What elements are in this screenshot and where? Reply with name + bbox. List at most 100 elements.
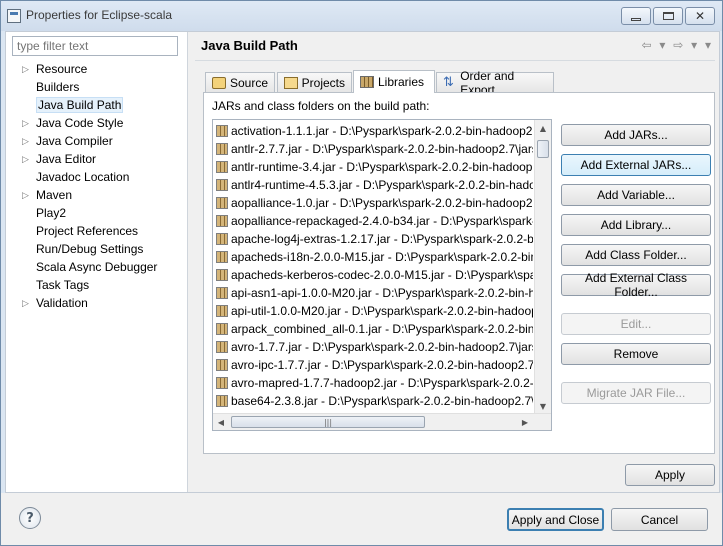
nav-item-builders[interactable]: Builders xyxy=(6,78,188,96)
back-dropdown-icon[interactable]: ▾ xyxy=(659,38,665,52)
minimize-button[interactable] xyxy=(621,7,651,25)
nav-item-label: Resource xyxy=(36,62,88,76)
add-external-class-folder-button[interactable]: Add External Class Folder... xyxy=(561,271,711,299)
library-entry-label: arpack_combined_all-0.1.jar - D:\Pyspark… xyxy=(231,322,533,336)
expand-arrow-icon[interactable]: ▷ xyxy=(22,294,32,312)
libraries-list[interactable]: activation-1.1.1.jar - D:\Pyspark\spark-… xyxy=(212,119,552,431)
library-row[interactable]: antlr-2.7.7.jar - D:\Pyspark\spark-2.0.2… xyxy=(213,140,533,158)
forward-dropdown-icon[interactable]: ▾ xyxy=(691,38,697,52)
vertical-scroll-thumb[interactable] xyxy=(537,140,549,158)
help-icon[interactable]: ? xyxy=(19,507,41,529)
jar-icon xyxy=(216,323,228,335)
forward-arrow-icon[interactable]: ⇨ xyxy=(673,38,683,52)
scroll-right-icon[interactable]: ▶ xyxy=(517,414,533,430)
migrate-jar-button[interactable]: Migrate JAR File... xyxy=(561,382,711,404)
nav-item-project-references[interactable]: Project References xyxy=(6,222,188,240)
horizontal-scrollbar[interactable]: ◀ ||| ▶ xyxy=(213,413,551,430)
apply-button[interactable]: Apply xyxy=(625,464,715,486)
library-entry-label: apacheds-i18n-2.0.0-M15.jar - D:\Pyspark… xyxy=(231,250,533,264)
library-entry-label: api-util-1.0.0-M20.jar - D:\Pyspark\spar… xyxy=(231,304,533,318)
add-library-button[interactable]: Add Library... xyxy=(561,214,711,236)
cancel-button[interactable]: Cancel xyxy=(611,508,708,531)
vertical-scrollbar[interactable]: ▲ ▼ xyxy=(534,120,551,414)
library-row[interactable]: avro-ipc-1.7.7.jar - D:\Pyspark\spark-2.… xyxy=(213,356,533,374)
library-row[interactable]: aopalliance-1.0.jar - D:\Pyspark\spark-2… xyxy=(213,194,533,212)
library-entry-label: activation-1.1.1.jar - D:\Pyspark\spark-… xyxy=(231,124,533,138)
dialog-body: ▷Resource Builders Java Build Path ▷Java… xyxy=(5,31,720,493)
expand-arrow-icon[interactable]: ▷ xyxy=(22,186,32,204)
add-class-folder-button[interactable]: Add Class Folder... xyxy=(561,244,711,266)
jar-icon xyxy=(216,359,228,371)
library-row[interactable]: antlr-runtime-3.4.jar - D:\Pyspark\spark… xyxy=(213,158,533,176)
scroll-up-icon[interactable]: ▲ xyxy=(535,120,551,136)
library-row[interactable]: api-asn1-api-1.0.0-M20.jar - D:\Pyspark\… xyxy=(213,284,533,302)
jar-icon xyxy=(216,125,228,137)
nav-item-label: Java Editor xyxy=(36,152,97,166)
add-jars-button[interactable]: Add JARs... xyxy=(561,124,711,146)
view-menu-icon[interactable]: ▾ xyxy=(705,38,711,52)
expand-arrow-icon[interactable]: ▷ xyxy=(22,150,32,168)
library-row[interactable]: apacheds-kerberos-codec-2.0.0-M15.jar - … xyxy=(213,266,533,284)
dialog-footer: ? Apply and Close Cancel xyxy=(1,493,722,545)
nav-item-java-editor[interactable]: ▷ Java Editor xyxy=(6,150,188,168)
maximize-button[interactable] xyxy=(653,7,683,25)
jar-icon xyxy=(216,215,228,227)
library-row[interactable]: antlr4-runtime-4.5.3.jar - D:\Pyspark\sp… xyxy=(213,176,533,194)
scroll-down-icon[interactable]: ▼ xyxy=(535,398,551,414)
nav-item-task-tags[interactable]: Task Tags xyxy=(6,276,188,294)
apply-and-close-button[interactable]: Apply and Close xyxy=(507,508,604,531)
tab-projects[interactable]: Projects xyxy=(277,72,352,92)
nav-item-run-debug-settings[interactable]: Run/Debug Settings xyxy=(6,240,188,258)
library-entry-label: aopalliance-repackaged-2.4.0-b34.jar - D… xyxy=(231,214,533,228)
nav-item-label: Java Code Style xyxy=(36,116,124,130)
nav-item-validation[interactable]: ▷ Validation xyxy=(6,294,188,312)
expand-arrow-icon[interactable]: ▷ xyxy=(22,60,32,78)
nav-item-resource[interactable]: ▷ Resource xyxy=(6,60,188,78)
add-external-jars-button[interactable]: Add External JARs... xyxy=(561,154,711,176)
library-row[interactable]: avro-mapred-1.7.7-hadoop2.jar - D:\Pyspa… xyxy=(213,374,533,392)
scroll-left-icon[interactable]: ◀ xyxy=(213,414,229,430)
library-row[interactable]: base64-2.3.8.jar - D:\Pyspark\spark-2.0.… xyxy=(213,392,533,410)
nav-item-java-compiler[interactable]: ▷ Java Compiler xyxy=(6,132,188,150)
filter-input[interactable] xyxy=(12,36,178,56)
library-entry-label: antlr4-runtime-4.5.3.jar - D:\Pyspark\sp… xyxy=(231,178,533,192)
tab-source[interactable]: Source xyxy=(205,72,275,92)
library-entry-label: antlr-2.7.7.jar - D:\Pyspark\spark-2.0.2… xyxy=(231,142,533,156)
nav-item-maven[interactable]: ▷ Maven xyxy=(6,186,188,204)
library-row[interactable]: aopalliance-repackaged-2.4.0-b34.jar - D… xyxy=(213,212,533,230)
tab-order-and-export[interactable]: Order and Export xyxy=(436,69,554,97)
back-arrow-icon[interactable]: ⇦ xyxy=(641,38,651,52)
jar-icon xyxy=(216,143,228,155)
libraries-caption: JARs and class folders on the build path… xyxy=(212,99,430,113)
tab-libraries[interactable]: Libraries xyxy=(353,70,435,93)
nav-item-label: Project References xyxy=(36,224,139,238)
add-variable-button[interactable]: Add Variable... xyxy=(561,184,711,206)
library-entry-label: avro-ipc-1.7.7.jar - D:\Pyspark\spark-2.… xyxy=(231,358,533,372)
remove-button[interactable]: Remove xyxy=(561,343,711,365)
library-row[interactable]: apacheds-i18n-2.0.0-M15.jar - D:\Pyspark… xyxy=(213,248,533,266)
nav-item-label: Scala Async Debugger xyxy=(36,260,158,274)
nav-item-label: Maven xyxy=(36,188,73,202)
nav-item-label: Java Build Path xyxy=(36,97,124,113)
nav-item-java-build-path[interactable]: Java Build Path xyxy=(6,96,188,114)
nav-item-scala-async-debugger[interactable]: Scala Async Debugger xyxy=(6,258,188,276)
libraries-panel: JARs and class folders on the build path… xyxy=(203,92,715,454)
horizontal-scroll-thumb[interactable]: ||| xyxy=(231,416,425,428)
library-row[interactable]: activation-1.1.1.jar - D:\Pyspark\spark-… xyxy=(213,122,533,140)
library-row[interactable]: arpack_combined_all-0.1.jar - D:\Pyspark… xyxy=(213,320,533,338)
close-button[interactable]: ✕ xyxy=(685,7,715,25)
library-row[interactable]: apache-log4j-extras-1.2.17.jar - D:\Pysp… xyxy=(213,230,533,248)
library-entry-label: apacheds-kerberos-codec-2.0.0-M15.jar - … xyxy=(231,268,533,282)
nav-item-play2[interactable]: Play2 xyxy=(6,204,188,222)
library-entry-label: avro-mapred-1.7.7-hadoop2.jar - D:\Pyspa… xyxy=(231,376,533,390)
nav-item-java-code-style[interactable]: ▷ Java Code Style xyxy=(6,114,188,132)
library-row[interactable]: avro-1.7.7.jar - D:\Pyspark\spark-2.0.2-… xyxy=(213,338,533,356)
nav-item-javadoc-location[interactable]: Javadoc Location xyxy=(6,168,188,186)
library-row[interactable]: api-util-1.0.0-M20.jar - D:\Pyspark\spar… xyxy=(213,302,533,320)
nav-item-label: Validation xyxy=(36,296,88,310)
expand-arrow-icon[interactable]: ▷ xyxy=(22,132,32,150)
edit-button[interactable]: Edit... xyxy=(561,313,711,335)
expand-arrow-icon[interactable]: ▷ xyxy=(22,114,32,132)
nav-item-label: Run/Debug Settings xyxy=(36,242,144,256)
libraries-rows: activation-1.1.1.jar - D:\Pyspark\spark-… xyxy=(213,122,533,428)
